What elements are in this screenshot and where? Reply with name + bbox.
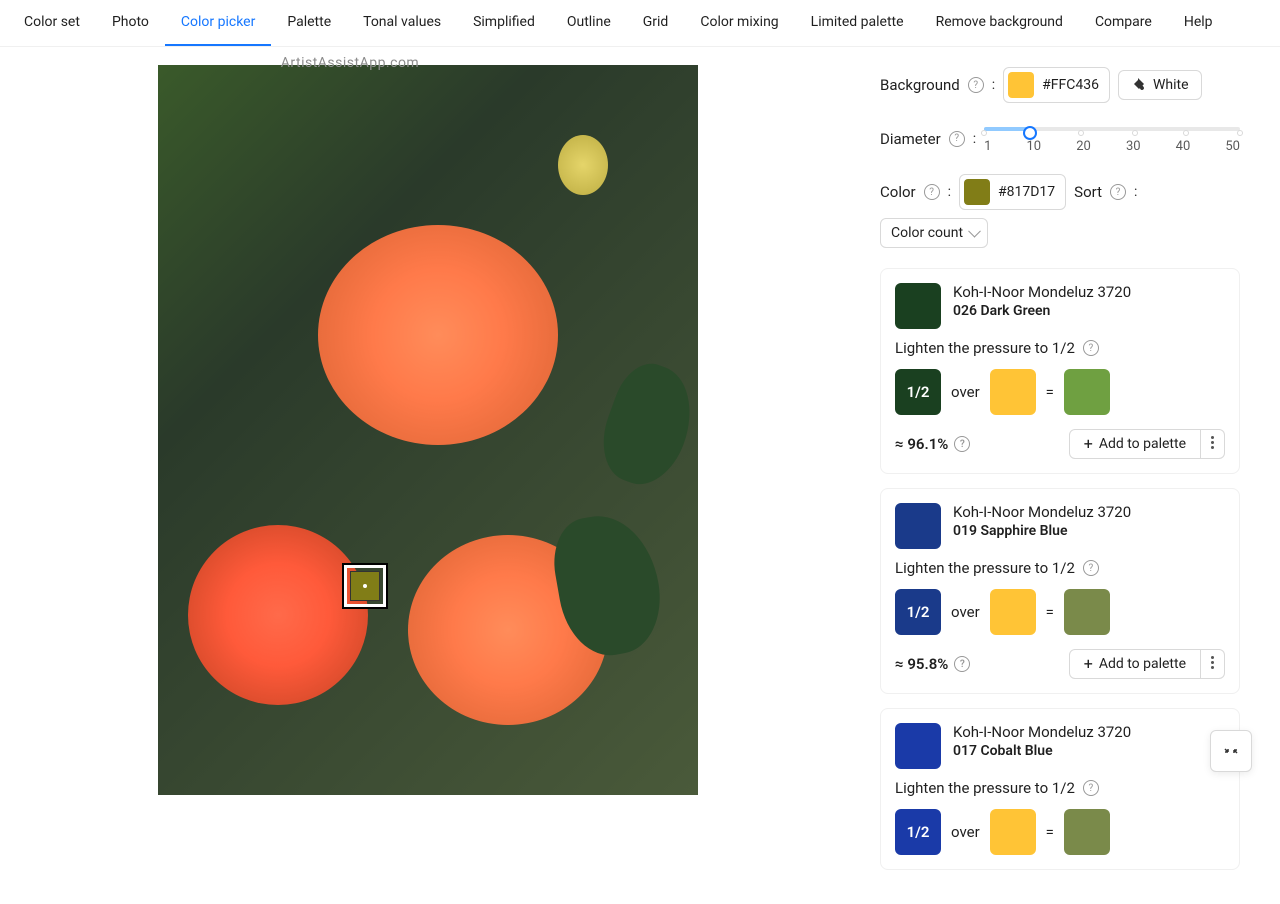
accuracy-text: ≈ 96.1%? [895, 435, 970, 453]
tab-limited-palette[interactable]: Limited palette [795, 0, 920, 46]
color-picker-cursor[interactable] [344, 565, 386, 607]
tab-color-picker[interactable]: Color picker [165, 0, 271, 46]
help-icon[interactable]: ? [949, 131, 965, 147]
tab-photo[interactable]: Photo [96, 0, 165, 46]
background-swatch-button[interactable]: #FFC436 [1003, 67, 1110, 103]
more-icon [1211, 436, 1214, 449]
tab-grid[interactable]: Grid [627, 0, 685, 46]
plus-icon: + [1084, 656, 1093, 672]
result-brand: Koh-I-Noor Mondeluz 3720 [953, 283, 1131, 301]
result-name: 026 Dark Green [953, 303, 1131, 319]
over-label: over [951, 383, 980, 401]
add-to-palette-button[interactable]: +Add to palette [1069, 649, 1201, 679]
over-swatch [990, 809, 1036, 855]
result-card: Koh-I-Noor Mondeluz 3720 017 Cobalt Blue L… [880, 708, 1240, 870]
result-card: Koh-I-Noor Mondeluz 3720 026 Dark Green Li… [880, 268, 1240, 474]
sort-label: Sort [1074, 183, 1102, 201]
mix-row: 1/2 over = [895, 589, 1225, 635]
fraction-swatch: 1/2 [895, 809, 941, 855]
more-button[interactable] [1201, 429, 1225, 459]
sidebar: Background ?: #FFC436 White Diameter ?: [860, 47, 1280, 904]
tab-simplified[interactable]: Simplified [457, 0, 551, 46]
tab-color-mixing[interactable]: Color mixing [684, 0, 794, 46]
help-icon[interactable]: ? [968, 77, 984, 93]
result-brand: Koh-I-Noor Mondeluz 3720 [953, 503, 1131, 521]
mix-row: 1/2 over = [895, 809, 1225, 855]
image-panel: ArtistAssistApp.com [0, 47, 700, 904]
result-brand: Koh-I-Noor Mondeluz 3720 [953, 723, 1131, 741]
color-swatch-button[interactable]: #817D17 [959, 174, 1066, 210]
more-icon [1211, 656, 1214, 669]
diameter-slider[interactable]: 11020304050 [984, 123, 1240, 154]
mix-row: 1/2 over = [895, 369, 1225, 415]
collapse-icon [1223, 743, 1239, 759]
background-swatch [1008, 72, 1034, 98]
result-name: 017 Cobalt Blue [953, 743, 1131, 759]
slider-handle[interactable] [1023, 126, 1037, 140]
equals-label: = [1046, 603, 1054, 621]
photo-canvas[interactable] [158, 65, 698, 795]
add-to-palette-button[interactable]: +Add to palette [1069, 429, 1201, 459]
color-sort-row: Color ?: #817D17 Sort ?: Color count [880, 174, 1240, 248]
help-icon[interactable]: ? [1110, 184, 1126, 200]
accuracy-text: ≈ 95.8%? [895, 655, 970, 673]
tab-remove-background[interactable]: Remove background [920, 0, 1079, 46]
result-swatch [895, 503, 941, 549]
tab-tonal-values[interactable]: Tonal values [347, 0, 457, 46]
tabs-bar: Color setPhotoColor pickerPaletteTonal v… [0, 0, 1280, 47]
over-label: over [951, 823, 980, 841]
color-swatch [964, 179, 990, 205]
more-button[interactable] [1201, 649, 1225, 679]
bucket-icon [1131, 77, 1147, 93]
tab-help[interactable]: Help [1168, 0, 1229, 46]
diameter-label: Diameter [880, 130, 941, 148]
main-content: ArtistAssistApp.com Background ?: #FFC43… [0, 47, 1280, 904]
over-label: over [951, 603, 980, 621]
result-card: Koh-I-Noor Mondeluz 3720 019 Sapphire Blu… [880, 488, 1240, 694]
help-icon[interactable]: ? [954, 436, 970, 452]
collapse-button[interactable] [1210, 730, 1252, 772]
fraction-swatch: 1/2 [895, 589, 941, 635]
fraction-swatch: 1/2 [895, 369, 941, 415]
result-instruction: Lighten the pressure to 1/2? [895, 779, 1225, 797]
help-icon[interactable]: ? [1083, 340, 1099, 356]
result-swatch [895, 283, 941, 329]
result-instruction: Lighten the pressure to 1/2? [895, 559, 1225, 577]
tab-outline[interactable]: Outline [551, 0, 627, 46]
sort-select[interactable]: Color count [880, 218, 988, 248]
over-swatch [990, 589, 1036, 635]
help-icon[interactable]: ? [1083, 780, 1099, 796]
color-label: Color [880, 183, 916, 201]
equals-label: = [1046, 383, 1054, 401]
diameter-row: Diameter ?: 11020304050 [880, 123, 1240, 154]
tab-palette[interactable]: Palette [271, 0, 347, 46]
background-label: Background [880, 76, 960, 94]
result-name: 019 Sapphire Blue [953, 523, 1131, 539]
result-mix-swatch [1064, 369, 1110, 415]
results-list: Koh-I-Noor Mondeluz 3720 026 Dark Green Li… [880, 268, 1240, 870]
tab-color-set[interactable]: Color set [8, 0, 96, 46]
result-swatch [895, 723, 941, 769]
color-hex: #817D17 [998, 184, 1055, 200]
tab-compare[interactable]: Compare [1079, 0, 1168, 46]
background-hex: #FFC436 [1042, 77, 1099, 93]
watermark: ArtistAssistApp.com [0, 55, 700, 71]
equals-label: = [1046, 823, 1054, 841]
help-icon[interactable]: ? [954, 656, 970, 672]
white-button[interactable]: White [1118, 70, 1202, 100]
plus-icon: + [1084, 436, 1093, 452]
over-swatch [990, 369, 1036, 415]
help-icon[interactable]: ? [1083, 560, 1099, 576]
help-icon[interactable]: ? [924, 184, 940, 200]
result-mix-swatch [1064, 589, 1110, 635]
result-mix-swatch [1064, 809, 1110, 855]
result-instruction: Lighten the pressure to 1/2? [895, 339, 1225, 357]
background-row: Background ?: #FFC436 White [880, 67, 1240, 103]
